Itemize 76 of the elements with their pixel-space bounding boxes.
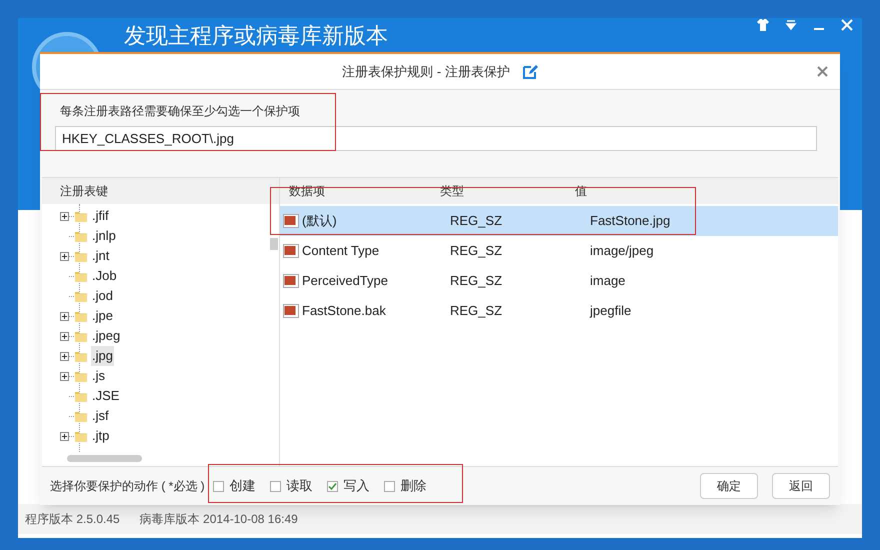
expand-icon[interactable] bbox=[60, 252, 69, 260]
actions-label: 选择你要保护的动作 ( *必选 ) bbox=[50, 478, 205, 495]
checkbox-label[interactable]: 写入 bbox=[344, 476, 370, 496]
expand-icon[interactable] bbox=[60, 312, 69, 320]
table-cell-text: REG_SZ bbox=[450, 242, 504, 260]
tree-item[interactable]: .jfif bbox=[91, 206, 110, 226]
dialog-title: 注册表保护规则 - 注册表保护 bbox=[342, 62, 510, 81]
string-value-icon bbox=[283, 273, 299, 289]
tree-item[interactable]: .jpg bbox=[91, 346, 114, 366]
tree-item[interactable]: .jpeg bbox=[91, 326, 122, 346]
table-cell-text: Content Type bbox=[302, 242, 380, 260]
table-cell-text: PerceivedType bbox=[302, 272, 388, 290]
scrollbar-thumb[interactable] bbox=[270, 238, 278, 250]
table-row[interactable]: Content Type REG_SZ image/jpeg bbox=[280, 236, 838, 266]
folder-icon bbox=[74, 289, 88, 303]
checkbox[interactable] bbox=[212, 480, 224, 492]
expand-icon[interactable] bbox=[60, 332, 69, 340]
caret-icon[interactable] bbox=[784, 18, 798, 32]
table-row[interactable]: FastStone.bak REG_SZ jpegfile bbox=[280, 296, 838, 326]
expand-icon[interactable] bbox=[60, 212, 69, 220]
table-cell-text: image/jpeg bbox=[590, 242, 654, 260]
table-cell-text: (默认) bbox=[302, 212, 337, 230]
checkbox[interactable] bbox=[384, 480, 395, 492]
edit-icon[interactable] bbox=[522, 64, 538, 80]
table-cell-text: FastStone.bak bbox=[302, 302, 386, 320]
table-cell-text: FastStone.jpg bbox=[590, 212, 670, 230]
expand-icon[interactable] bbox=[60, 372, 69, 380]
tree-item[interactable]: .Job bbox=[91, 266, 118, 286]
table-cell-text: jpegfile bbox=[590, 302, 632, 320]
folder-icon bbox=[74, 209, 88, 223]
folder-icon bbox=[74, 369, 88, 383]
scrollbar-thumb[interactable] bbox=[67, 455, 142, 462]
tree-item[interactable]: .jtp bbox=[91, 426, 110, 446]
string-value-icon bbox=[283, 303, 299, 319]
table-cell-text: REG_SZ bbox=[450, 212, 504, 230]
table-cell-text: REG_SZ bbox=[450, 272, 504, 290]
checkbox-label[interactable]: 读取 bbox=[286, 476, 313, 496]
status-text: 程序版本 2.5.0.45 bbox=[25, 511, 120, 528]
tree-item[interactable]: .jnlp bbox=[91, 226, 117, 246]
tree-item[interactable]: .jsf bbox=[91, 406, 110, 426]
folder-icon bbox=[74, 249, 88, 263]
path-field[interactable]: HKEY_CLASSES_ROOT\.jpg bbox=[55, 126, 817, 151]
check-icon bbox=[328, 482, 337, 490]
folder-icon bbox=[74, 329, 88, 343]
table-cell-text: image bbox=[590, 272, 626, 290]
expand-icon[interactable] bbox=[60, 352, 69, 360]
checkbox[interactable] bbox=[326, 480, 338, 492]
table-row[interactable]: PerceivedType REG_SZ image bbox=[280, 266, 838, 296]
folder-icon bbox=[74, 389, 88, 403]
app-title: 发现主程序或病毒库新版本 bbox=[124, 23, 388, 49]
dialog-button[interactable]: 返回 bbox=[772, 473, 830, 499]
tree-item[interactable]: .JSE bbox=[91, 386, 120, 406]
tree-item[interactable]: .js bbox=[91, 366, 106, 386]
dialog-button[interactable]: 确定 bbox=[700, 473, 758, 499]
shirt-icon[interactable] bbox=[756, 18, 770, 32]
column-header: 注册表键 bbox=[42, 178, 279, 204]
tree-item[interactable]: .jod bbox=[91, 286, 114, 306]
checkbox[interactable] bbox=[270, 480, 281, 492]
table-cell-text: REG_SZ bbox=[450, 302, 504, 320]
close-icon[interactable] bbox=[817, 66, 828, 77]
tree-item[interactable]: .jpe bbox=[91, 306, 114, 326]
tree-item[interactable]: .jnt bbox=[91, 246, 110, 266]
folder-icon bbox=[74, 349, 88, 363]
expand-icon[interactable] bbox=[60, 432, 69, 440]
folder-icon bbox=[74, 309, 88, 323]
folder-icon bbox=[74, 409, 88, 423]
checkbox-label[interactable]: 删除 bbox=[400, 476, 427, 496]
folder-icon bbox=[74, 229, 88, 243]
checkbox-label[interactable]: 创建 bbox=[230, 476, 256, 496]
folder-icon bbox=[74, 269, 88, 283]
table-row[interactable]: (默认) REG_SZ FastStone.jpg bbox=[280, 206, 838, 236]
folder-icon bbox=[74, 429, 88, 443]
hint-text: 每条注册表路径需要确保至少勾选一个保护项 bbox=[59, 103, 301, 120]
string-value-icon bbox=[283, 213, 299, 229]
string-value-icon bbox=[283, 243, 299, 259]
status-text: 病毒库版本 2014-10-08 16:49 bbox=[140, 511, 298, 528]
